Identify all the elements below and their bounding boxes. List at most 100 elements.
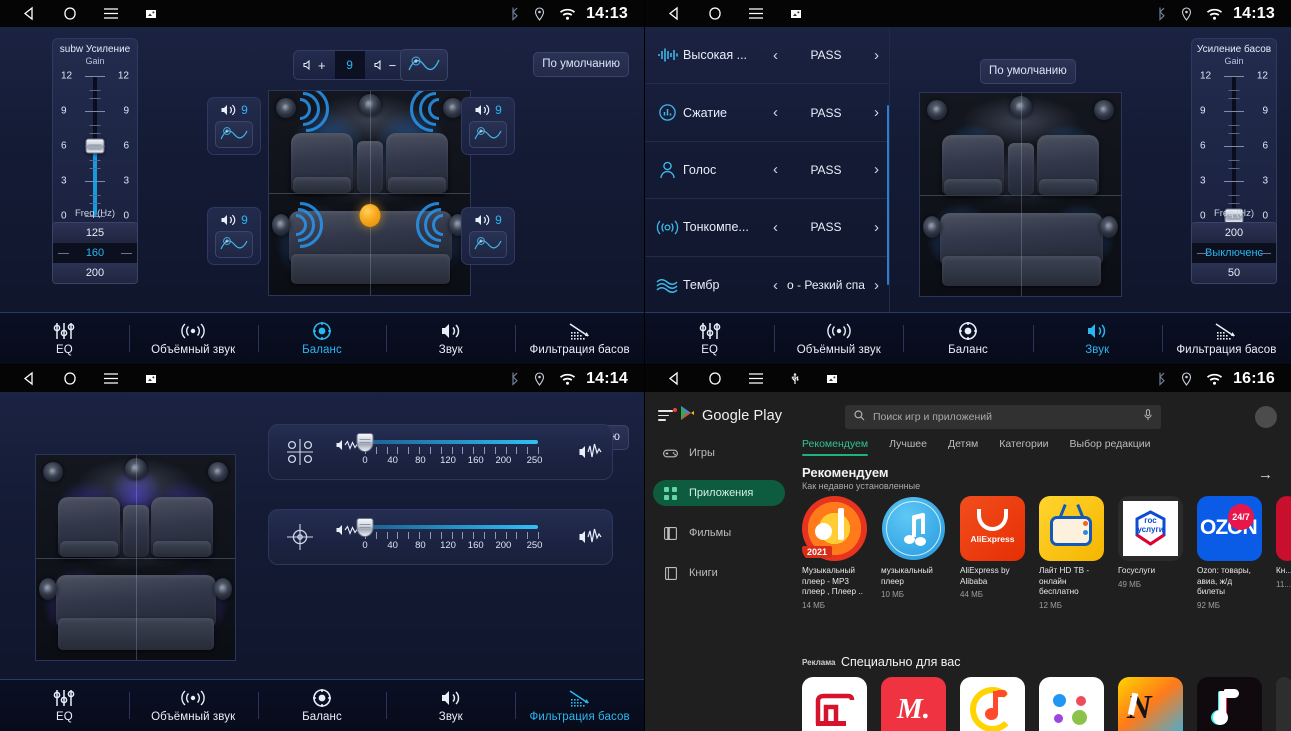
nav-tab-bass-filter[interactable]: Фильтрация басов xyxy=(515,680,644,731)
reset-default-button[interactable]: По умолчанию xyxy=(533,52,629,77)
menu-icon[interactable] xyxy=(748,372,764,385)
app-card[interactable]: Лайт HD ТВ - онлайн бесплатно 12 МБ xyxy=(1039,496,1104,610)
slider-knob[interactable] xyxy=(356,433,374,452)
bass-gain-panel[interactable]: Усиление басов Gain 12 12 9 9 6 6 3 3 0 … xyxy=(1191,38,1277,229)
freq-next-value[interactable]: 200 xyxy=(53,263,137,283)
app-card[interactable]: M. xyxy=(881,677,946,731)
master-volume-stepper[interactable]: + 9 − xyxy=(293,50,407,80)
app-card[interactable] xyxy=(1039,677,1104,731)
nav-tab-bass-filter[interactable]: Фильтрация басов xyxy=(515,313,644,364)
tab-top[interactable]: Лучшее xyxy=(889,438,927,456)
next-arrow-icon[interactable]: › xyxy=(870,161,883,178)
list-row-timbre[interactable]: Тембр ‹ о - Резкий спа › xyxy=(645,257,889,314)
prev-arrow-icon[interactable]: ‹ xyxy=(769,47,782,64)
sidebar-item-games[interactable]: Игры xyxy=(653,440,785,466)
app-card[interactable]: N xyxy=(1118,677,1183,731)
nav-tab-eq[interactable]: EQ xyxy=(645,313,774,364)
app-card[interactable]: музыкальный плеер 10 МБ xyxy=(881,496,946,610)
next-arrow-icon[interactable]: › xyxy=(870,104,883,121)
prev-arrow-icon[interactable]: ‹ xyxy=(769,161,782,178)
nav-tab-eq[interactable]: EQ xyxy=(0,680,129,731)
bass-filter-slider[interactable]: 0 40 80 120 160 200 250 xyxy=(331,511,572,563)
speaker-control-rear-left[interactable]: 9 xyxy=(207,207,261,265)
tab-kids[interactable]: Детям xyxy=(948,438,978,456)
sidebar-item-books[interactable]: Книги xyxy=(653,560,785,586)
home-icon[interactable] xyxy=(63,6,77,21)
nav-tab-surround[interactable]: Объёмный звук xyxy=(128,313,258,364)
volume-up-button[interactable]: + xyxy=(294,51,335,79)
hamburger-icon[interactable] xyxy=(658,408,677,421)
list-row-loudness[interactable]: Тонкомпе... ‹ PASS › xyxy=(645,199,889,257)
speaker-eq-button[interactable] xyxy=(215,231,253,258)
freq-current-value[interactable]: 160 xyxy=(53,243,137,263)
speaker-control-rear-right[interactable]: 9 xyxy=(461,207,515,265)
next-arrow-icon[interactable]: › xyxy=(870,277,883,294)
gain-slider-knob[interactable] xyxy=(85,138,105,154)
prev-arrow-icon[interactable]: ‹ xyxy=(769,277,782,294)
prev-arrow-icon[interactable]: ‹ xyxy=(769,104,782,121)
nav-tab-balance[interactable]: Баланс xyxy=(257,313,387,364)
tab-categories[interactable]: Категории xyxy=(999,438,1048,456)
freq-current-value[interactable]: Выключенс xyxy=(1192,243,1276,263)
tab-recommended[interactable]: Рекомендуем xyxy=(802,438,869,457)
menu-icon[interactable] xyxy=(103,7,119,20)
speaker-eq-button[interactable] xyxy=(215,121,253,148)
subwoofer-gain-panel[interactable]: subw Усиление Gain 12 12 9 9 6 6 3 3 0 0 xyxy=(52,38,138,229)
freq-prev-value[interactable]: 200 xyxy=(1192,223,1276,243)
menu-icon[interactable] xyxy=(103,372,119,385)
gain-slider[interactable]: 12 12 9 9 6 6 3 3 0 0 xyxy=(1192,70,1276,224)
bass-freq-selector[interactable]: Freq (Hz) 200 Выключенс 50 xyxy=(1191,208,1277,284)
gain-slider[interactable]: 12 12 9 9 6 6 3 3 0 0 xyxy=(53,70,137,222)
nav-tab-sound[interactable]: Звук xyxy=(386,680,515,731)
app-card[interactable] xyxy=(1197,677,1262,731)
microphone-icon[interactable] xyxy=(1144,408,1152,426)
subwoofer-freq-selector[interactable]: Freq (Hz) 125 160 200 xyxy=(52,208,138,284)
nav-tab-sound[interactable]: Звук xyxy=(1032,313,1162,364)
back-icon[interactable] xyxy=(667,371,682,386)
freq-prev-value[interactable]: 125 xyxy=(53,223,137,243)
nav-tab-balance[interactable]: Баланс xyxy=(257,680,387,731)
nav-tab-eq[interactable]: EQ xyxy=(0,313,129,364)
sidebar-item-movies[interactable]: Фильмы xyxy=(653,520,785,546)
bass-filter-card-front[interactable]: 0 40 80 120 160 200 250 xyxy=(268,424,613,480)
nav-tab-surround[interactable]: Объёмный звук xyxy=(128,680,258,731)
nav-tab-bass-filter[interactable]: Фильтрация басов xyxy=(1161,313,1291,364)
nav-tab-balance[interactable]: Баланс xyxy=(903,313,1032,364)
speaker-eq-button[interactable] xyxy=(469,231,507,258)
next-arrow-icon[interactable]: › xyxy=(870,219,883,236)
search-input[interactable]: Поиск игр и приложений xyxy=(845,405,1161,429)
screenshot-icon[interactable] xyxy=(145,373,157,384)
app-card[interactable]: Кн... 11... xyxy=(1276,496,1291,610)
sidebar-item-apps[interactable]: Приложения xyxy=(653,480,785,506)
speaker-eq-button[interactable] xyxy=(469,121,507,148)
menu-icon[interactable] xyxy=(748,7,764,20)
app-card[interactable]: гос услуги Госуслуги 49 МБ xyxy=(1118,496,1183,610)
screenshot-icon[interactable] xyxy=(790,8,802,19)
nav-tab-sound[interactable]: Звук xyxy=(386,313,515,364)
list-row-highpass[interactable]: Высокая ... ‹ PASS › xyxy=(645,27,889,85)
speaker-control-front-left[interactable]: 9 xyxy=(207,97,261,155)
app-card[interactable] xyxy=(1276,677,1291,731)
app-card[interactable] xyxy=(960,677,1025,731)
list-row-voice[interactable]: Голос ‹ PASS › xyxy=(645,142,889,200)
section-more-arrow-icon[interactable]: → xyxy=(1258,466,1273,483)
tab-editors-choice[interactable]: Выбор редакции xyxy=(1070,438,1151,456)
app-card[interactable]: AliExpress AliExpress by Alibaba 44 МБ xyxy=(960,496,1025,610)
nav-tab-surround[interactable]: Объёмный звук xyxy=(774,313,903,364)
home-icon[interactable] xyxy=(63,371,77,386)
home-icon[interactable] xyxy=(708,6,722,21)
balance-position-handle[interactable] xyxy=(359,204,380,227)
bass-filter-card-subwoofer[interactable]: 0 40 80 120 160 200 250 xyxy=(268,509,613,565)
screenshot-icon[interactable] xyxy=(145,8,157,19)
speaker-control-front-right[interactable]: 9 xyxy=(461,97,515,155)
app-card[interactable]: 2021 Музыкальный плеер - MP3 плеер , Пле… xyxy=(802,496,867,610)
home-icon[interactable] xyxy=(708,371,722,386)
slider-knob[interactable] xyxy=(356,518,374,537)
back-icon[interactable] xyxy=(22,6,37,21)
sound-settings-list[interactable]: Высокая ... ‹ PASS › Сжатие ‹ PASS › Гол… xyxy=(645,27,889,312)
list-row-compression[interactable]: Сжатие ‹ PASS › xyxy=(645,84,889,142)
next-arrow-icon[interactable]: › xyxy=(870,47,883,64)
screenshot-icon[interactable] xyxy=(826,373,838,384)
avatar[interactable] xyxy=(1255,406,1277,428)
back-icon[interactable] xyxy=(667,6,682,21)
